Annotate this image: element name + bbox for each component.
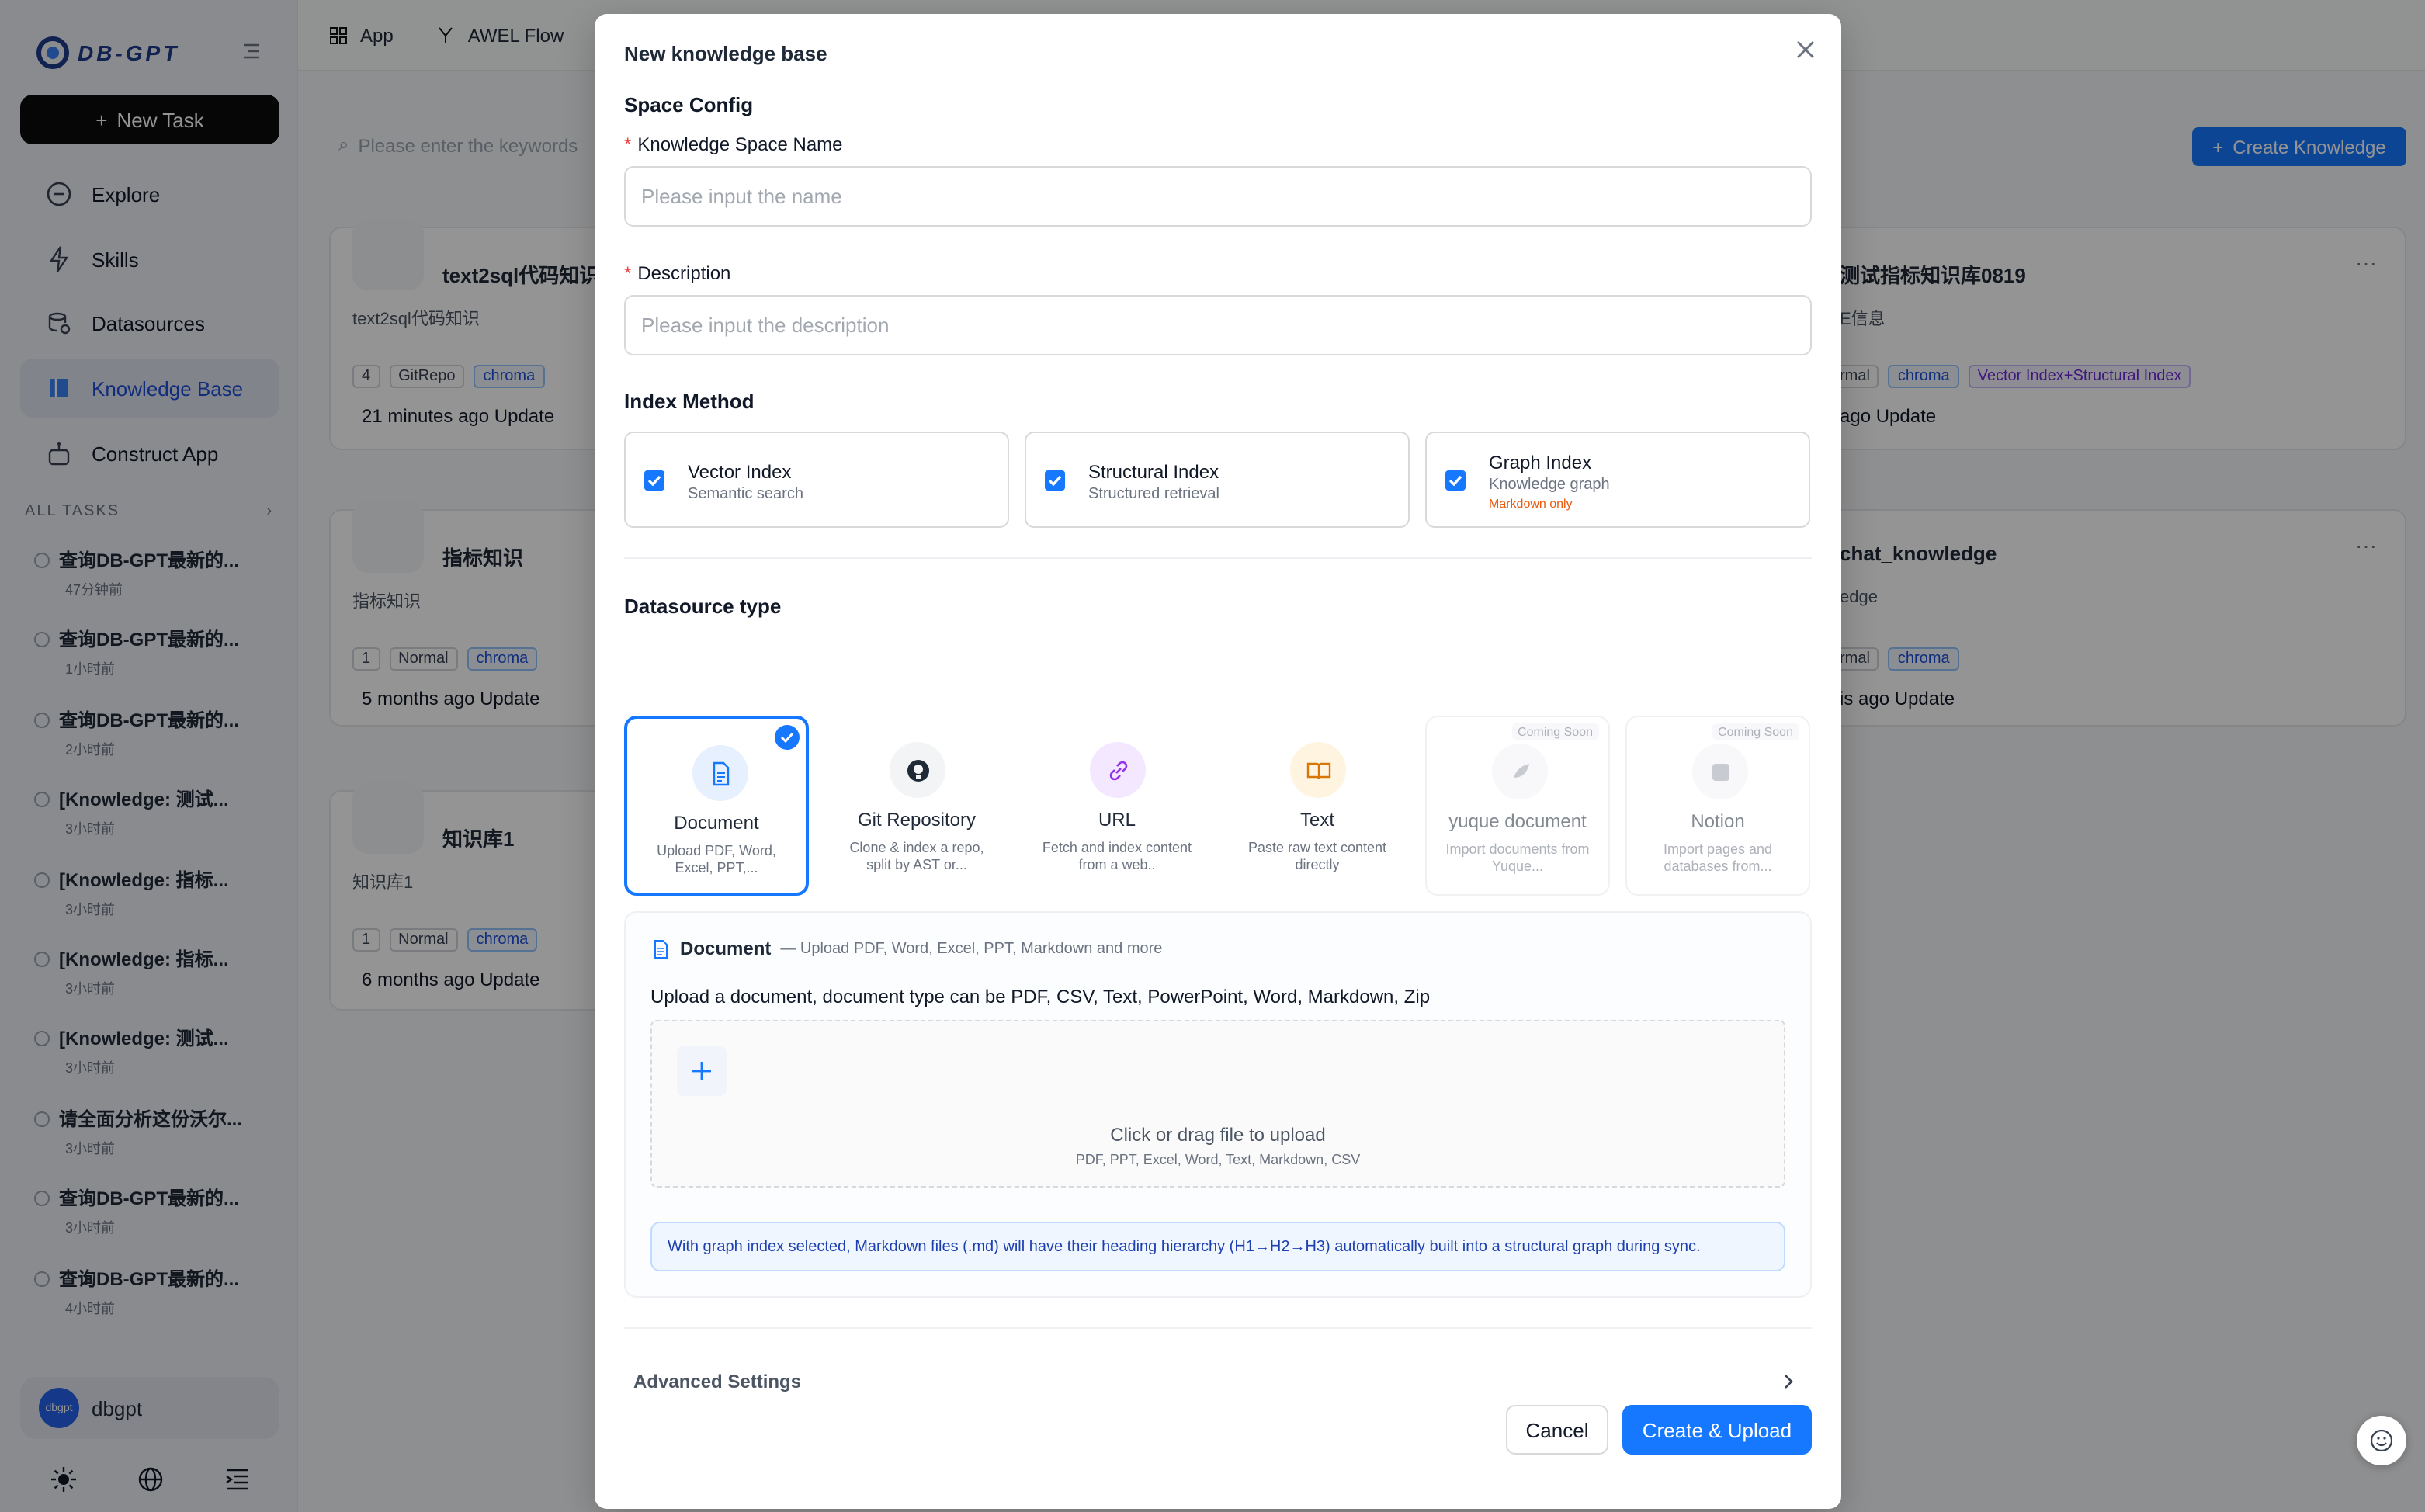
datasource-git-repository[interactable]: Git Repository Clone & index a repo, spl…: [824, 716, 1009, 896]
yuque-icon: [1492, 744, 1548, 799]
datasource-yuque: Coming Soon yuque document Import docume…: [1425, 716, 1610, 896]
markdown-only-warning: Markdown only: [1489, 497, 1573, 511]
divider: [624, 1327, 1812, 1329]
open-book-icon: [1290, 742, 1346, 798]
advanced-settings-toggle[interactable]: Advanced Settings: [633, 1371, 801, 1392]
divider: [624, 557, 1812, 559]
coming-soon-badge: Coming Soon: [1511, 723, 1599, 740]
knowledge-name-input[interactable]: [624, 166, 1812, 227]
create-upload-button[interactable]: Create & Upload: [1622, 1405, 1812, 1455]
datasource-notion: Coming Soon Notion Import pages and data…: [1625, 716, 1810, 896]
new-knowledge-modal: New knowledge base Space Config * Knowled…: [595, 14, 1841, 1509]
graph-index-note: With graph index selected, Markdown file…: [650, 1222, 1785, 1271]
modal-title: New knowledge base: [624, 42, 827, 65]
upload-dropzone[interactable]: Click or drag file to upload PDF, PPT, E…: [650, 1020, 1785, 1188]
datasource-url[interactable]: URL Fetch and index content from a web..: [1025, 716, 1209, 896]
datasource-text[interactable]: Text Paste raw text content directly: [1225, 716, 1410, 896]
checkbox-checked-icon[interactable]: [1045, 470, 1065, 491]
notion-icon: [1692, 744, 1748, 799]
link-icon: [1090, 742, 1146, 798]
selected-check-icon: [775, 725, 800, 750]
index-method-heading: Index Method: [624, 390, 755, 413]
datasource-type-heading: Datasource type: [624, 595, 782, 618]
space-config-heading: Space Config: [624, 93, 754, 116]
datasource-document[interactable]: Document Upload PDF, Word, Excel, PPT,..…: [624, 716, 809, 896]
chevron-right-icon[interactable]: [1781, 1372, 1796, 1391]
github-icon: [890, 742, 945, 798]
checkbox-checked-icon[interactable]: [1445, 470, 1466, 491]
description-input[interactable]: [624, 295, 1812, 355]
coming-soon-badge: Coming Soon: [1712, 723, 1799, 740]
document-icon: [654, 939, 668, 958]
plus-icon[interactable]: [677, 1046, 727, 1096]
document-icon: [692, 745, 748, 801]
close-icon[interactable]: [1795, 39, 1816, 61]
cancel-button[interactable]: Cancel: [1506, 1405, 1608, 1455]
structural-index-option[interactable]: Structural Index Structured retrieval: [1025, 432, 1410, 528]
description-label: * Description: [624, 262, 731, 284]
smile-icon: [2370, 1429, 2393, 1452]
checkbox-checked-icon[interactable]: [644, 470, 664, 491]
name-label: * Knowledge Space Name: [624, 134, 843, 155]
help-float-button[interactable]: [2357, 1416, 2406, 1465]
graph-index-option[interactable]: Graph Index Knowledge graph Markdown onl…: [1425, 432, 1810, 528]
vector-index-option[interactable]: Vector Index Semantic search: [624, 432, 1009, 528]
document-upload-panel: Document — Upload PDF, Word, Excel, PPT, …: [624, 911, 1812, 1298]
